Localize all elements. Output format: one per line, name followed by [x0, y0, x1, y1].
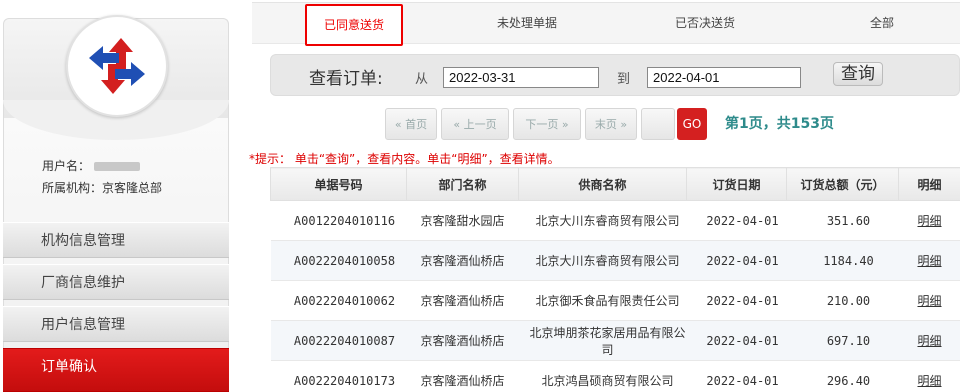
search-bar: 查看订单: 从 2022-03-31 到 2022-04-01 查询: [270, 54, 960, 96]
header-amount: 订货总额（元）: [786, 167, 899, 201]
cell-supplier: 北京大川东睿商贸有限公司: [518, 200, 687, 241]
first-page-label: 首页: [405, 118, 428, 131]
tab-all[interactable]: 全部: [842, 3, 922, 43]
header-order-id: 单据号码: [270, 167, 407, 201]
cell-dept: 京客隆酒仙桥店: [406, 280, 519, 321]
tab-bar: 已同意送货 未处理单据 已否决送货 全部: [252, 2, 960, 46]
page-number-input[interactable]: [641, 108, 675, 140]
menu-item-user-info[interactable]: 用户信息管理: [3, 306, 229, 342]
user-info: 用户名： 所属机构：京客隆总部: [42, 155, 162, 199]
cell-dept: 京客隆酒仙桥店: [406, 360, 519, 392]
prev-page-label: 上一页: [463, 118, 497, 131]
search-title: 查看订单:: [309, 69, 383, 89]
tab-approved[interactable]: 已同意送货: [305, 4, 403, 46]
to-label: 到: [617, 72, 631, 87]
double-right-icon: »: [561, 118, 569, 131]
last-page-button[interactable]: 末页 »: [585, 108, 637, 140]
menu-item-order-confirm[interactable]: 订单确认: [3, 348, 229, 392]
double-left-icon: «: [453, 118, 461, 131]
detail-link[interactable]: 明细: [898, 320, 960, 361]
header-dept: 部门名称: [406, 167, 519, 201]
detail-link[interactable]: 明细: [898, 240, 960, 281]
cell-order-id: A0022204010173: [270, 360, 407, 392]
cell-order-id: A0022204010087: [270, 320, 407, 361]
cell-order-id: A0022204010062: [270, 280, 407, 321]
app-logo: [66, 15, 168, 117]
cell-supplier: 北京坤朋茶花家居用品有限公司: [518, 320, 687, 361]
cell-amount: 296.40: [786, 360, 899, 392]
detail-link[interactable]: 明细: [898, 200, 960, 241]
swap-arrows-icon: [89, 38, 145, 94]
table-row: A0022204010173 京客隆酒仙桥店 北京鸿昌硕商贸有限公司 2022-…: [270, 360, 960, 392]
username-row: 用户名：: [42, 155, 162, 177]
prev-page-button[interactable]: « 上一页: [441, 108, 509, 140]
header-supplier: 供商名称: [518, 167, 687, 201]
cell-amount: 351.60: [786, 200, 899, 241]
cell-order-id: A0012204010116: [270, 200, 407, 241]
table-row: A0022204010087 京客隆酒仙桥店 北京坤朋茶花家居用品有限公司 20…: [270, 320, 960, 361]
cell-date: 2022-04-01: [686, 200, 787, 241]
cell-supplier: 北京鸿昌硕商贸有限公司: [518, 360, 687, 392]
table-row: A0022204010062 京客隆酒仙桥店 北京御禾食品有限责任公司 2022…: [270, 280, 960, 321]
cell-supplier: 北京大川东睿商贸有限公司: [518, 240, 687, 281]
next-page-button[interactable]: 下一页 »: [513, 108, 581, 140]
cell-date: 2022-04-01: [686, 320, 787, 361]
last-page-label: 末页: [594, 118, 617, 131]
orders-table: 单据号码 部门名称 供商名称 订货日期 订货总额（元） 明细 A00122040…: [270, 167, 960, 392]
double-right-icon: »: [620, 118, 628, 131]
from-date-input[interactable]: 2022-03-31: [443, 67, 599, 88]
menu-item-vendor-info[interactable]: 厂商信息维护: [3, 264, 229, 300]
username-masked: [94, 162, 141, 171]
next-page-label: 下一页: [525, 118, 559, 131]
cell-date: 2022-04-01: [686, 240, 787, 281]
cell-dept: 京客隆酒仙桥店: [406, 320, 519, 361]
cell-dept: 京客隆酒仙桥店: [406, 240, 519, 281]
double-left-icon: «: [394, 118, 402, 131]
cell-amount: 210.00: [786, 280, 899, 321]
query-button[interactable]: 查询: [833, 62, 883, 86]
detail-link[interactable]: 明细: [898, 280, 960, 321]
table-row: A0022204010058 京客隆酒仙桥店 北京大川东睿商贸有限公司 2022…: [270, 240, 960, 281]
org-label: 所属机构：京客隆总部: [42, 181, 163, 195]
cell-dept: 京客隆甜水园店: [406, 200, 519, 241]
from-label: 从: [415, 72, 429, 87]
cell-amount: 1184.40: [786, 240, 899, 281]
header-date: 订货日期: [686, 167, 787, 201]
menu-item-org-info[interactable]: 机构信息管理: [3, 222, 229, 258]
first-page-button[interactable]: « 首页: [385, 108, 437, 140]
tab-rejected[interactable]: 已否决送货: [650, 3, 760, 43]
table-row: A0012204010116 京客隆甜水园店 北京大川东睿商贸有限公司 2022…: [270, 200, 960, 241]
hint-text: *提示： 单击“查询”，查看内容。单击“明细”，查看详情。: [249, 152, 560, 166]
cell-date: 2022-04-01: [686, 360, 787, 392]
page-info: 第1页，共153页: [725, 116, 834, 132]
cell-supplier: 北京御禾食品有限责任公司: [518, 280, 687, 321]
username-label: 用户名：: [42, 159, 91, 173]
cell-amount: 697.10: [786, 320, 899, 361]
header-detail: 明细: [898, 167, 960, 201]
go-button[interactable]: GO: [677, 108, 707, 140]
tab-unprocessed[interactable]: 未处理单据: [472, 3, 582, 43]
detail-link[interactable]: 明细: [898, 360, 960, 392]
cell-date: 2022-04-01: [686, 280, 787, 321]
cell-order-id: A0022204010058: [270, 240, 407, 281]
table-header-row: 单据号码 部门名称 供商名称 订货日期 订货总额（元） 明细: [270, 167, 960, 201]
to-date-input[interactable]: 2022-04-01: [647, 67, 801, 88]
sidebar: 用户名： 所属机构：京客隆总部 机构信息管理 厂商信息维护 用户信息管理 订单确…: [0, 0, 232, 392]
